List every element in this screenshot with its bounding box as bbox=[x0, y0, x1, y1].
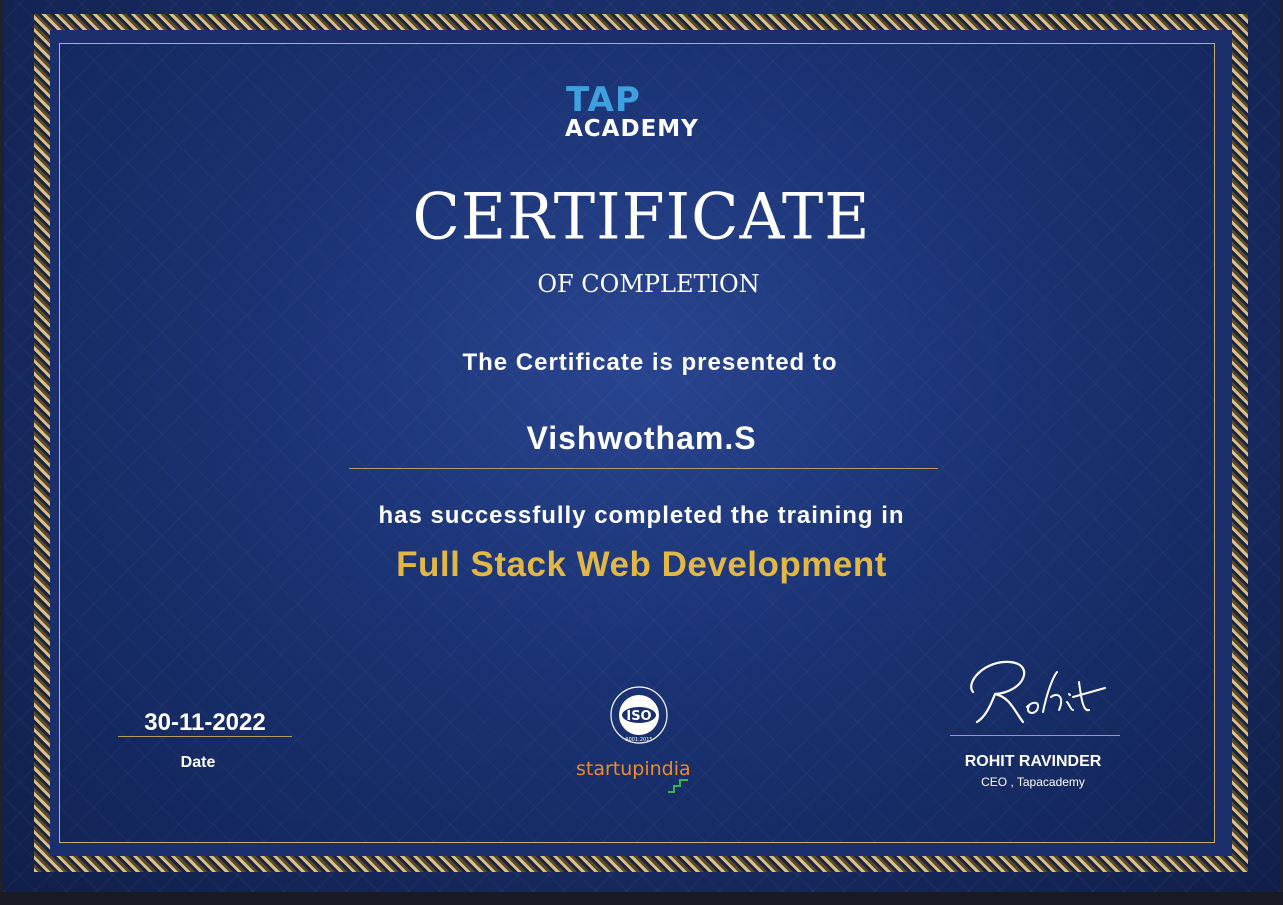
recipient-name: Vishwotham.S bbox=[526, 420, 757, 456]
recipient-underline bbox=[349, 468, 938, 469]
handwritten-signature bbox=[970, 660, 1106, 724]
startup-india-logo: startupindia bbox=[574, 758, 714, 794]
signatory-name: ROHIT RAVINDER bbox=[964, 753, 1102, 770]
iso-badge-graphic: ISO 9001:2015 bbox=[610, 686, 668, 744]
signatory-title: CEO , Tapacademy bbox=[981, 775, 1085, 789]
date-underline bbox=[118, 736, 292, 737]
completed-text: has successfully completed the training … bbox=[378, 502, 905, 529]
iso-badge-icon: ISO 9001:2015 bbox=[608, 684, 670, 746]
logo-tap-text: TAP bbox=[566, 80, 641, 120]
course-name: Full Stack Web Development bbox=[396, 545, 887, 584]
signature-image bbox=[955, 652, 1120, 732]
certificate-subtitle: OF COMPLETION bbox=[537, 270, 760, 298]
tap-academy-logo: TAP ACADEMY bbox=[560, 82, 730, 152]
issue-date: 30-11-2022 bbox=[144, 709, 266, 736]
date-label: Date bbox=[180, 754, 216, 771]
signature-underline bbox=[950, 735, 1120, 736]
startup-india-mark bbox=[668, 779, 688, 793]
logo-academy-text: ACADEMY bbox=[565, 116, 699, 142]
iso-label: ISO bbox=[626, 709, 651, 724]
certificate-title: CERTIFICATE bbox=[412, 179, 871, 254]
iso-standard: 9001:2015 bbox=[625, 737, 652, 743]
bottom-strip bbox=[0, 892, 1283, 905]
presented-text: The Certificate is presented to bbox=[462, 349, 838, 376]
